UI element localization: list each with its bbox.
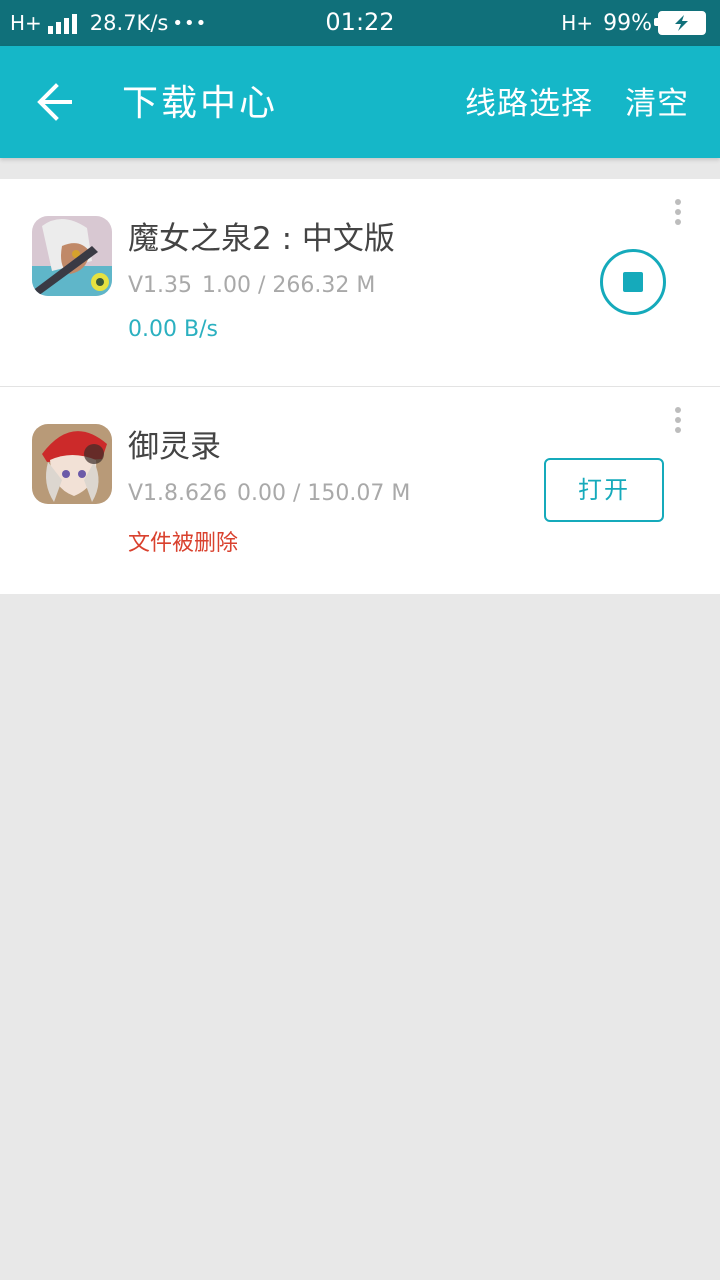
download-list: 魔女之泉2 : 中文版 V1.35 1.00 / 266.32 M 0.00 B/…	[0, 179, 720, 594]
app-meta: V1.8.626 0.00 / 150.07 M	[128, 481, 420, 506]
network-type-right: H+	[561, 11, 594, 35]
more-options-icon[interactable]	[668, 199, 688, 231]
more-options-icon[interactable]	[668, 407, 688, 439]
download-item[interactable]: 御灵录 V1.8.626 0.00 / 150.07 M 文件被删除 打开	[0, 387, 720, 594]
download-speed: 0.00 B/s	[128, 317, 218, 342]
game-icon-witch	[32, 216, 112, 296]
stop-icon	[623, 272, 643, 292]
back-arrow-icon	[37, 83, 72, 121]
download-status: 文件被删除	[128, 531, 239, 556]
stop-download-button[interactable]	[600, 249, 666, 315]
download-size: 1.00 / 266.32 M	[202, 273, 376, 298]
status-right: H+ 99%	[561, 8, 706, 38]
route-select-button[interactable]: 线路选择	[465, 78, 593, 123]
page-title: 下载中心	[122, 83, 279, 124]
app-meta: V1.35 1.00 / 266.32 M	[128, 273, 385, 298]
download-item[interactable]: 魔女之泉2 : 中文版 V1.35 1.00 / 266.32 M 0.00 B/…	[0, 179, 720, 387]
open-button[interactable]: 打开	[544, 458, 664, 522]
clear-button[interactable]: 清空	[625, 78, 689, 123]
game-icon-yulinglu	[32, 424, 112, 504]
app-name: 魔女之泉2 : 中文版	[128, 221, 395, 257]
status-bar: H+ 28.7K/s ••• 01:22 H+ 99%	[0, 0, 720, 46]
back-button[interactable]	[30, 80, 82, 124]
app-version: V1.35	[128, 273, 193, 298]
app-version: V1.8.626	[128, 481, 228, 506]
app-name: 御灵录	[128, 429, 221, 465]
download-size: 0.00 / 150.07 M	[237, 481, 411, 506]
battery-icon	[654, 11, 706, 35]
app-bar: 下载中心 线路选择 清空	[0, 46, 720, 158]
battery-percent: 99%	[603, 10, 652, 36]
